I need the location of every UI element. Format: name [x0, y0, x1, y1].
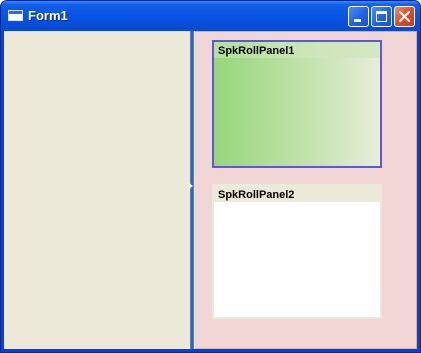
- close-button[interactable]: [394, 6, 415, 27]
- title-bar[interactable]: Form1: [1, 1, 420, 31]
- maximize-icon: [376, 11, 387, 22]
- minimize-button[interactable]: [348, 6, 369, 27]
- splitter-bar[interactable]: [190, 31, 194, 349]
- minimize-icon: [354, 19, 361, 22]
- left-panel: [4, 31, 189, 349]
- roll-panel-1-body: [214, 58, 380, 166]
- roll-panel-2-header[interactable]: SpkRollPanel2: [214, 186, 380, 202]
- roll-panel-2[interactable]: SpkRollPanel2: [212, 184, 382, 319]
- close-icon: [398, 10, 411, 23]
- splitter-arrow-icon[interactable]: [189, 183, 193, 189]
- maximize-button[interactable]: [371, 6, 392, 27]
- app-window-icon[interactable]: [8, 10, 23, 21]
- roll-panel-1[interactable]: SpkRollPanel1: [212, 40, 382, 168]
- roll-panel-1-title: SpkRollPanel1: [218, 45, 295, 57]
- right-panel: SpkRollPanel1 SpkRollPanel2: [195, 31, 417, 349]
- roll-panel-2-body: [214, 202, 380, 317]
- roll-panel-1-header[interactable]: SpkRollPanel1: [214, 42, 380, 58]
- roll-panel-2-title: SpkRollPanel2: [218, 189, 295, 201]
- window-title: Form1: [28, 8, 68, 23]
- form-window: Form1 SpkRollPanel1 SpkRollPanel2: [0, 0, 421, 353]
- form-client-area: SpkRollPanel1 SpkRollPanel2: [4, 31, 417, 349]
